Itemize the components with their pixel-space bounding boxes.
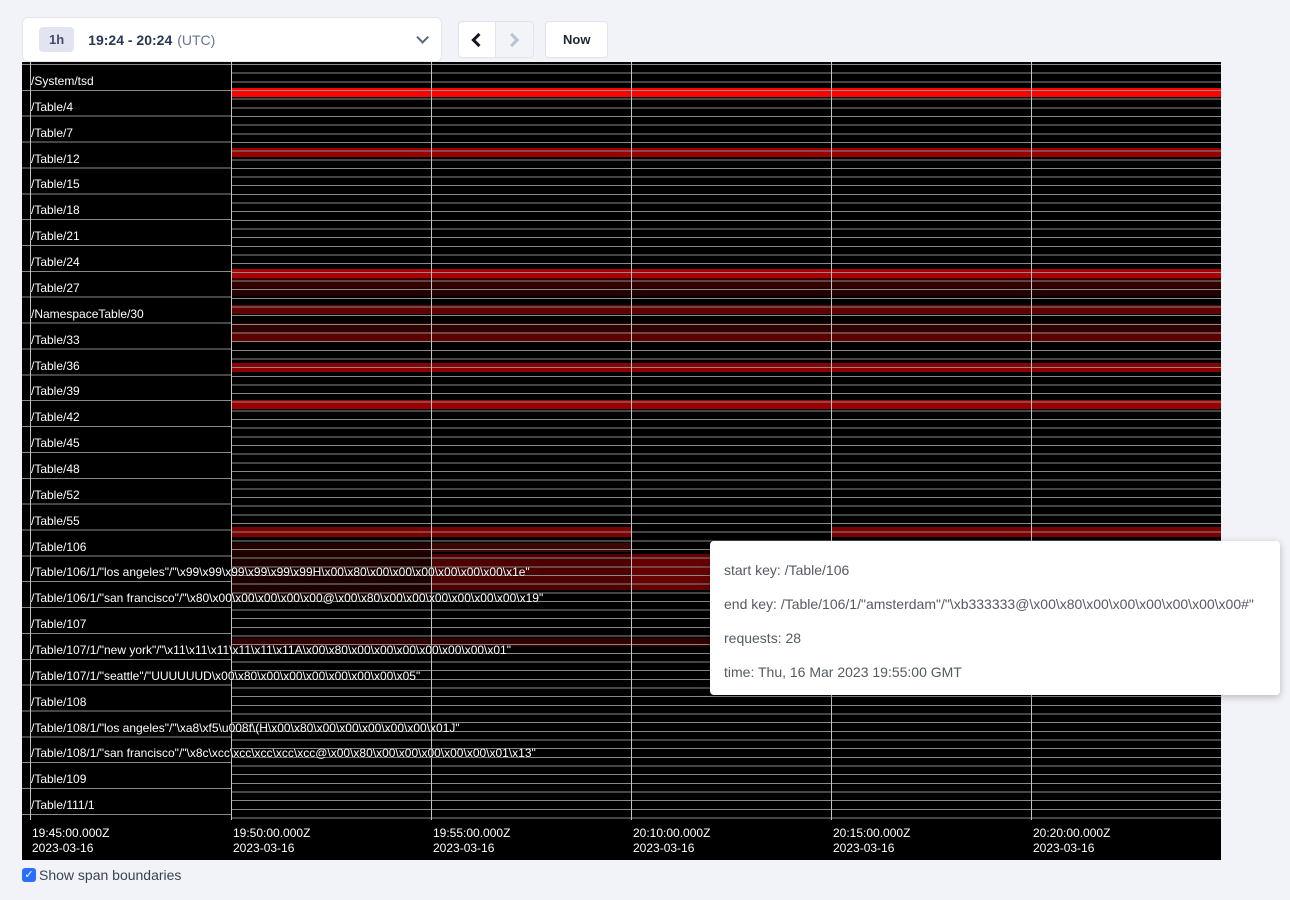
- row-label: /Table/106/1/"san francisco"/"\x80\x00\x…: [31, 592, 543, 605]
- tooltip-start-key: start key: /Table/106: [724, 560, 1266, 580]
- row-label: /Table/27: [31, 282, 80, 295]
- key-visualizer-canvas[interactable]: /System/tsd/Table/4/Table/7/Table/12/Tab…: [22, 62, 1221, 860]
- axis-label: 19:50:00.000Z2023-03-16: [233, 826, 310, 856]
- row-label: /Table/7: [31, 127, 73, 140]
- show-span-boundaries-checkbox[interactable]: ✓: [22, 868, 36, 882]
- chevron-right-icon: [505, 32, 519, 46]
- row-label: /Table/39: [31, 385, 80, 398]
- time-range-picker[interactable]: 1h 19:24 - 20:24 (UTC): [22, 17, 442, 62]
- row-label: /Table/12: [31, 153, 80, 166]
- axis-date: 2023-03-16: [833, 841, 910, 856]
- row-label: /Table/36: [31, 360, 80, 373]
- tooltip-time: time: Thu, 16 Mar 2023 19:55:00 GMT: [724, 662, 1266, 682]
- axis-date: 2023-03-16: [633, 841, 710, 856]
- duration-badge: 1h: [39, 27, 74, 52]
- axis-label: 20:15:00.000Z2023-03-16: [833, 826, 910, 856]
- heatmap-body: /System/tsd/Table/4/Table/7/Table/12/Tab…: [22, 62, 1221, 820]
- row-label: /Table/52: [31, 489, 80, 502]
- row-label: /Table/108: [31, 696, 86, 709]
- chevron-left-icon: [471, 32, 485, 46]
- row-label: /Table/109: [31, 773, 86, 786]
- axis-label: 19:45:00.000Z2023-03-16: [32, 826, 109, 856]
- axis-date: 2023-03-16: [32, 841, 109, 856]
- axis-time: 19:45:00.000Z: [32, 826, 109, 841]
- axis-time: 19:50:00.000Z: [233, 826, 310, 841]
- time-axis: 19:45:00.000Z2023-03-1619:50:00.000Z2023…: [22, 820, 1221, 860]
- timezone-text: (UTC): [177, 32, 215, 48]
- row-label: /Table/33: [31, 334, 80, 347]
- grid-vline: [631, 62, 632, 820]
- row-label: /Table/15: [31, 178, 80, 191]
- show-span-boundaries-label: Show span boundaries: [39, 867, 181, 883]
- tooltip-end-key: end key: /Table/106/1/"amsterdam"/"\xb33…: [724, 594, 1266, 614]
- axis-date: 2023-03-16: [233, 841, 310, 856]
- axis-time: 20:20:00.000Z: [1033, 826, 1110, 841]
- row-label: /Table/48: [31, 463, 80, 476]
- axis-time: 20:10:00.000Z: [633, 826, 710, 841]
- tooltip-requests: requests: 28: [724, 628, 1266, 648]
- previous-interval-button[interactable]: [458, 21, 496, 58]
- row-label: /Table/107/1/"seattle"/"UUUUUUD\x00\x80\…: [31, 670, 420, 683]
- row-label: /Table/55: [31, 515, 80, 528]
- row-label: /System/tsd: [31, 75, 94, 88]
- row-label: /Table/107/1/"new york"/"\x11\x11\x11\x1…: [31, 644, 511, 657]
- axis-label: 20:20:00.000Z2023-03-16: [1033, 826, 1110, 856]
- row-label: /Table/108/1/"los angeles"/"\xa8\xf5\u00…: [31, 722, 460, 735]
- chevron-down-icon: [416, 31, 429, 44]
- grid-vline: [431, 62, 432, 820]
- span-tooltip: start key: /Table/106 end key: /Table/10…: [710, 541, 1280, 695]
- row-label: /Table/107: [31, 618, 86, 631]
- row-label: /Table/106: [31, 541, 86, 554]
- time-nav-group: [458, 21, 534, 58]
- time-range-text: 19:24 - 20:24: [88, 32, 172, 48]
- grid-vline: [1031, 62, 1032, 820]
- row-label: /Table/4: [31, 101, 73, 114]
- row-label: /Table/45: [31, 437, 80, 450]
- span-boundary-grid-fine: [231, 62, 1221, 820]
- axis-time: 20:15:00.000Z: [833, 826, 910, 841]
- row-label: /Table/111/1: [31, 799, 95, 812]
- row-label: /Table/108/1/"san francisco"/"\x8c\xcc\x…: [31, 747, 536, 760]
- axis-label: 20:10:00.000Z2023-03-16: [633, 826, 710, 856]
- row-label: /Table/18: [31, 204, 80, 217]
- row-label: /Table/42: [31, 411, 80, 424]
- row-label: /Table/21: [31, 230, 80, 243]
- axis-date: 2023-03-16: [433, 841, 510, 856]
- next-interval-button[interactable]: [496, 21, 534, 58]
- row-label: /Table/106/1/"los angeles"/"\x99\x99\x99…: [31, 566, 530, 579]
- grid-vline: [831, 62, 832, 820]
- axis-label: 19:55:00.000Z2023-03-16: [433, 826, 510, 856]
- grid-vline: [231, 62, 232, 820]
- axis-time: 19:55:00.000Z: [433, 826, 510, 841]
- axis-date: 2023-03-16: [1033, 841, 1110, 856]
- row-label: /Table/24: [31, 256, 80, 269]
- footer-controls: ✓ Show span boundaries: [22, 867, 181, 883]
- now-button[interactable]: Now: [545, 21, 608, 58]
- row-label: /NamespaceTable/30: [31, 308, 144, 321]
